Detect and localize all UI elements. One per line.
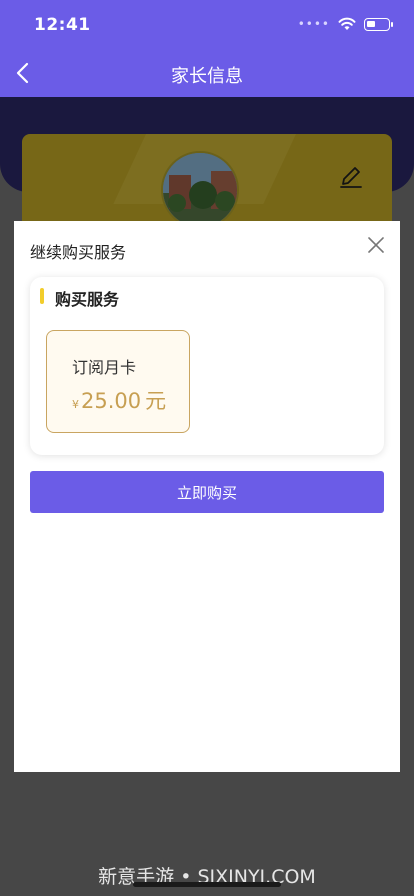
price-amount: 25.00 [81,389,142,413]
avatar[interactable] [161,151,239,229]
plan-price: ¥25.00 元 [72,385,166,415]
price-unit: 元 [145,389,167,413]
section-title: 购买服务 [55,290,120,309]
section-marker [40,288,44,304]
plan-option-monthly[interactable]: 订阅月卡 ¥25.00 元 [46,330,190,433]
home-indicator [133,882,281,887]
purchase-modal: 继续购买服务 购买服务 订阅月卡 ¥25.00 元 立即购买 [14,221,400,772]
page-title: 家长信息 [171,66,243,87]
modal-title: 继续购买服务 [30,243,127,262]
close-icon[interactable] [366,235,386,255]
battery-icon [364,17,393,31]
plan-name: 订阅月卡 [72,358,137,377]
wifi-icon [338,17,356,30]
buy-now-button[interactable]: 立即购买 [30,471,384,513]
status-time: 12:41 [34,15,91,35]
pencil-icon[interactable] [338,164,364,190]
header: 12:41 •••• 家长信息 [0,0,414,97]
signal-icon: •••• [297,17,330,31]
service-card: 购买服务 订阅月卡 ¥25.00 元 [30,277,384,455]
status-icons: •••• [297,17,393,31]
currency-symbol: ¥ [72,398,79,411]
